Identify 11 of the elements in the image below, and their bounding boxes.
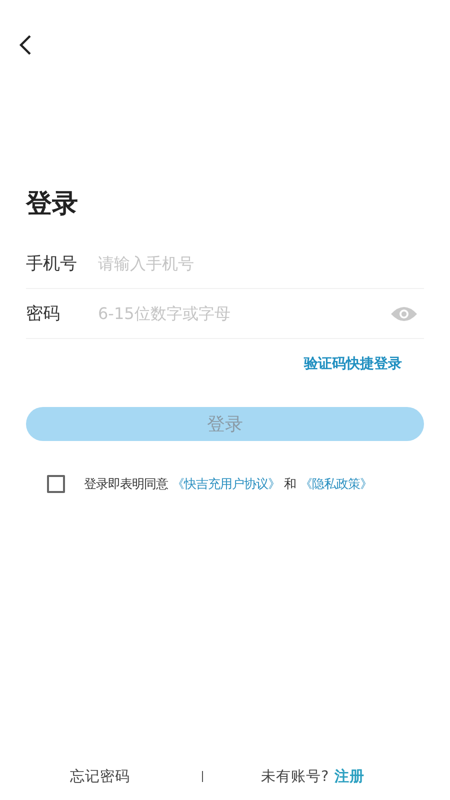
agreement-text: 登录即表明同意 《快吉充用户协议》 和 《隐私政策》 — [84, 476, 372, 492]
register-link[interactable]: 注册 — [334, 767, 365, 786]
page-title: 登录 — [26, 188, 78, 221]
agreement-link[interactable]: 《隐私政策》 — [300, 476, 372, 490]
agreement-link[interactable]: 《快吉充用户协议》 — [172, 476, 280, 490]
forgot-password-link[interactable]: 忘记密码 — [70, 767, 130, 786]
no-account-text: 未有账号? — [261, 768, 329, 786]
field-label: 手机号 — [26, 253, 78, 275]
agreement-checkbox[interactable] — [47, 475, 65, 493]
field-label: 密码 — [26, 303, 61, 325]
sms-login-link[interactable]: 验证码快捷登录 — [304, 355, 402, 373]
